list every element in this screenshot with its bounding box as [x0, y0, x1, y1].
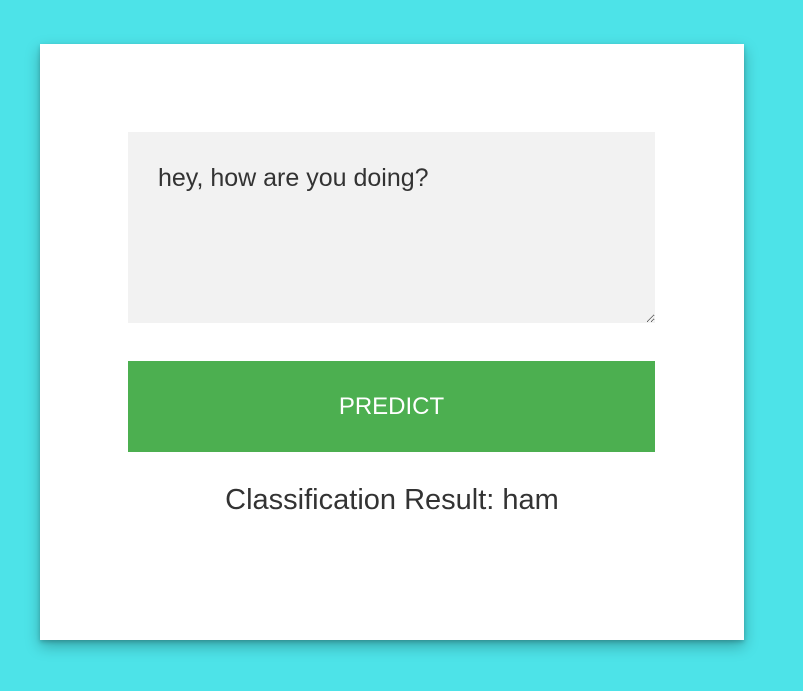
result-label: Classification Result: [225, 484, 503, 516]
prediction-card: PREDICT Classification Result: ham [40, 44, 744, 640]
result-value: ham [502, 484, 559, 516]
predict-button[interactable]: PREDICT [128, 361, 655, 452]
message-input[interactable] [128, 132, 655, 323]
classification-result: Classification Result: ham [80, 480, 704, 520]
